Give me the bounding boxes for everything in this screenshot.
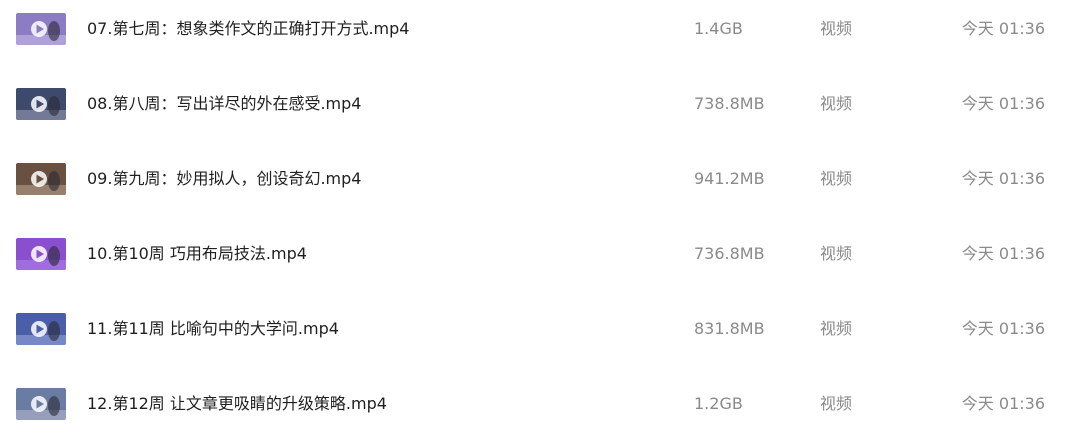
file-type: 视频 <box>820 19 853 38</box>
file-size: 1.4GB <box>694 19 743 38</box>
file-name[interactable]: 09.第九周：妙用拟人，创设奇幻.mp4 <box>87 169 361 189</box>
file-modified: 今天 01:36 <box>961 94 1045 113</box>
file-row[interactable]: 07.第七周：想象类作文的正确打开方式.mp4 1.4GB 视频 今天 01:36 <box>0 0 1080 67</box>
file-row[interactable]: 11.第11周 比喻句中的大学问.mp4 831.8MB 视频 今天 01:36 <box>0 292 1080 367</box>
file-row[interactable]: 10.第10周 巧用布局技法.mp4 736.8MB 视频 今天 01:36 <box>0 217 1080 292</box>
file-modified: 今天 01:36 <box>961 169 1045 188</box>
file-size: 831.8MB <box>694 319 765 338</box>
file-type: 视频 <box>820 394 853 413</box>
file-size: 736.8MB <box>694 244 765 263</box>
file-name[interactable]: 08.第八周：写出详尽的外在感受.mp4 <box>87 94 361 114</box>
file-type: 视频 <box>820 94 853 113</box>
file-modified: 今天 01:36 <box>961 394 1045 413</box>
video-thumbnail-icon <box>16 313 66 345</box>
file-name[interactable]: 12.第12周 让文章更吸睛的升级策略.mp4 <box>87 394 387 414</box>
file-name[interactable]: 11.第11周 比喻句中的大学问.mp4 <box>87 319 339 339</box>
file-type: 视频 <box>820 244 853 263</box>
video-thumbnail-icon <box>16 388 66 420</box>
file-list: 07.第七周：想象类作文的正确打开方式.mp4 1.4GB 视频 今天 01:36 08… <box>0 0 1080 435</box>
file-row[interactable]: 12.第12周 让文章更吸睛的升级策略.mp4 1.2GB 视频 今天 01:36 <box>0 367 1080 442</box>
file-type: 视频 <box>820 319 853 338</box>
file-name[interactable]: 10.第10周 巧用布局技法.mp4 <box>87 244 307 264</box>
file-modified: 今天 01:36 <box>961 244 1045 263</box>
file-size: 1.2GB <box>694 394 743 413</box>
file-row[interactable]: 08.第八周：写出详尽的外在感受.mp4 738.8MB 视频 今天 01:36 <box>0 67 1080 142</box>
file-size: 941.2MB <box>694 169 765 188</box>
file-row[interactable]: 09.第九周：妙用拟人，创设奇幻.mp4 941.2MB 视频 今天 01:36 <box>0 142 1080 217</box>
file-name[interactable]: 07.第七周：想象类作文的正确打开方式.mp4 <box>87 19 409 39</box>
video-thumbnail-icon <box>16 13 66 45</box>
video-thumbnail-icon <box>16 163 66 195</box>
file-modified: 今天 01:36 <box>961 319 1045 338</box>
video-thumbnail-icon <box>16 238 66 270</box>
file-modified: 今天 01:36 <box>961 19 1045 38</box>
file-size: 738.8MB <box>694 94 765 113</box>
file-type: 视频 <box>820 169 853 188</box>
video-thumbnail-icon <box>16 88 66 120</box>
